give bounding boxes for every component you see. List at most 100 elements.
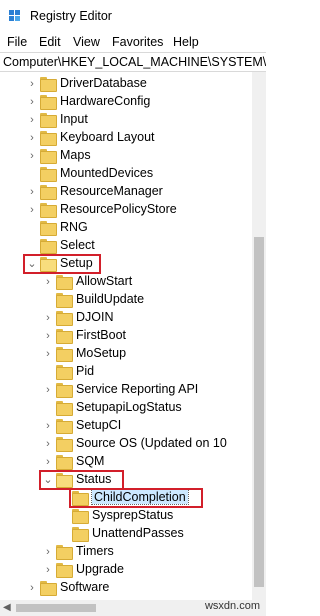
- chevron-right-icon[interactable]: ›: [42, 546, 54, 558]
- folder-icon: [56, 293, 73, 308]
- chevron-right-icon[interactable]: ›: [26, 78, 38, 90]
- folder-icon: [56, 365, 73, 380]
- tree-node[interactable]: ⌄ Status: [0, 471, 252, 489]
- folder-icon: [56, 311, 73, 326]
- tree-node-label: RNG: [60, 220, 88, 234]
- tree-node[interactable]: UnattendPasses: [0, 525, 252, 543]
- tree-node[interactable]: › SQM: [0, 453, 252, 471]
- tree-node[interactable]: › ResourcePolicyStore: [0, 201, 252, 219]
- menu-favorites[interactable]: Favorites: [112, 35, 163, 49]
- folder-icon: [40, 131, 57, 146]
- tree-node[interactable]: › FirstBoot: [0, 327, 252, 345]
- tree-node[interactable]: Select: [0, 237, 252, 255]
- tree-node-label: MoSetup: [76, 346, 127, 360]
- menu-help[interactable]: Help: [173, 35, 199, 49]
- tree-node[interactable]: › AllowStart: [0, 273, 252, 291]
- tree-node[interactable]: SysprepStatus: [0, 507, 252, 525]
- chevron-right-icon[interactable]: ›: [42, 564, 54, 576]
- vertical-scrollbar-thumb[interactable]: [254, 237, 264, 587]
- folder-icon: [56, 563, 73, 578]
- folder-icon: [56, 347, 73, 362]
- tree-node[interactable]: Pid: [0, 363, 252, 381]
- tree-node[interactable]: SetupapiLogStatus: [0, 399, 252, 417]
- tree-node[interactable]: › Keyboard Layout: [0, 129, 252, 147]
- menu-file[interactable]: File: [7, 35, 27, 49]
- tree-node-label: HardwareConfig: [60, 94, 151, 108]
- tree-node[interactable]: › Input: [0, 111, 252, 129]
- chevron-right-icon[interactable]: ›: [42, 348, 54, 360]
- chevron-right-icon[interactable]: ›: [26, 582, 38, 594]
- title-bar: Registry Editor: [0, 0, 266, 32]
- chevron-right-icon[interactable]: ›: [42, 330, 54, 342]
- tree-node[interactable]: › HardwareConfig: [0, 93, 252, 111]
- vertical-scrollbar[interactable]: [252, 72, 266, 600]
- tree-node-label: Keyboard Layout: [60, 130, 155, 144]
- tree-node-label: SQM: [76, 454, 105, 468]
- tree-node-label: Maps: [60, 148, 91, 162]
- folder-icon: [56, 437, 73, 452]
- tree-node[interactable]: › Upgrade: [0, 561, 252, 579]
- menu-bar: File Edit View Favorites Help: [0, 32, 266, 52]
- address-path[interactable]: Computer\HKEY_LOCAL_MACHINE\SYSTEM\Setup…: [3, 55, 266, 69]
- folder-icon: [56, 545, 73, 560]
- tree-node[interactable]: › DriverDatabase: [0, 75, 252, 93]
- folder-icon: [56, 275, 73, 290]
- tree-node-label: Upgrade: [76, 562, 124, 576]
- registry-tree[interactable]: › DriverDatabase › HardwareConfig › Input › Key…: [0, 72, 266, 616]
- tree-node[interactable]: › Software: [0, 579, 252, 597]
- tree-node-label: SetupCI: [76, 418, 122, 432]
- folder-icon: [40, 221, 57, 236]
- menu-view[interactable]: View: [73, 35, 100, 49]
- folder-icon: [40, 77, 57, 92]
- scroll-left-arrow-icon[interactable]: ◀: [3, 602, 11, 613]
- tree-node[interactable]: › Source OS (Updated on 10: [0, 435, 252, 453]
- folder-icon: [40, 95, 57, 110]
- chevron-right-icon[interactable]: ›: [26, 132, 38, 144]
- tree-node-label: DJOIN: [76, 310, 114, 324]
- tree-node-label: Timers: [76, 544, 114, 558]
- chevron-right-icon[interactable]: ›: [26, 186, 38, 198]
- menu-edit[interactable]: Edit: [39, 35, 61, 49]
- registry-editor-icon: [9, 10, 20, 21]
- tree-node[interactable]: MountedDevices: [0, 165, 252, 183]
- tree-node[interactable]: › Service Reporting API: [0, 381, 252, 399]
- tree-node-label: ResourcePolicyStore: [60, 202, 177, 216]
- chevron-right-icon[interactable]: ›: [42, 438, 54, 450]
- tree-node[interactable]: › Maps: [0, 147, 252, 165]
- tree-node[interactable]: › DJOIN: [0, 309, 252, 327]
- folder-icon: [40, 203, 57, 218]
- chevron-right-icon[interactable]: ›: [42, 312, 54, 324]
- chevron-right-icon[interactable]: ›: [42, 456, 54, 468]
- tree-node-label: Select: [60, 238, 95, 252]
- chevron-right-icon[interactable]: ›: [26, 204, 38, 216]
- folder-icon: [56, 419, 73, 434]
- chevron-right-icon[interactable]: ›: [42, 384, 54, 396]
- tree-node[interactable]: › Timers: [0, 543, 252, 561]
- tree-node[interactable]: › ResourceManager: [0, 183, 252, 201]
- chevron-right-icon[interactable]: ›: [42, 420, 54, 432]
- tree-node[interactable]: › SetupCI: [0, 417, 252, 435]
- tree-node[interactable]: RNG: [0, 219, 252, 237]
- tree-node-label: Source OS (Updated on 10: [76, 436, 227, 450]
- tree-node-label: Software: [60, 580, 110, 594]
- tree-node-label: SetupapiLogStatus: [76, 400, 182, 414]
- folder-icon: [72, 527, 89, 542]
- tree-node-label: Pid: [76, 364, 95, 378]
- chevron-right-icon[interactable]: ›: [26, 96, 38, 108]
- horizontal-scrollbar-thumb[interactable]: [16, 604, 96, 612]
- folder-icon: [40, 167, 57, 182]
- window-title: Registry Editor: [30, 9, 112, 23]
- tree-node-label: FirstBoot: [76, 328, 127, 342]
- highlight-box: [23, 254, 101, 274]
- highlight-box: [69, 488, 203, 508]
- chevron-right-icon[interactable]: ›: [26, 150, 38, 162]
- chevron-right-icon[interactable]: ›: [26, 114, 38, 126]
- tree-node[interactable]: › MoSetup: [0, 345, 252, 363]
- folder-icon: [56, 401, 73, 416]
- tree-node-label: DriverDatabase: [60, 76, 147, 90]
- tree-node-label: AllowStart: [76, 274, 133, 288]
- tree-node-label: Service Reporting API: [76, 382, 199, 396]
- tree-node[interactable]: BuildUpdate: [0, 291, 252, 309]
- chevron-right-icon[interactable]: ›: [42, 276, 54, 288]
- address-bar[interactable]: Computer\HKEY_LOCAL_MACHINE\SYSTEM\Setup…: [0, 52, 266, 72]
